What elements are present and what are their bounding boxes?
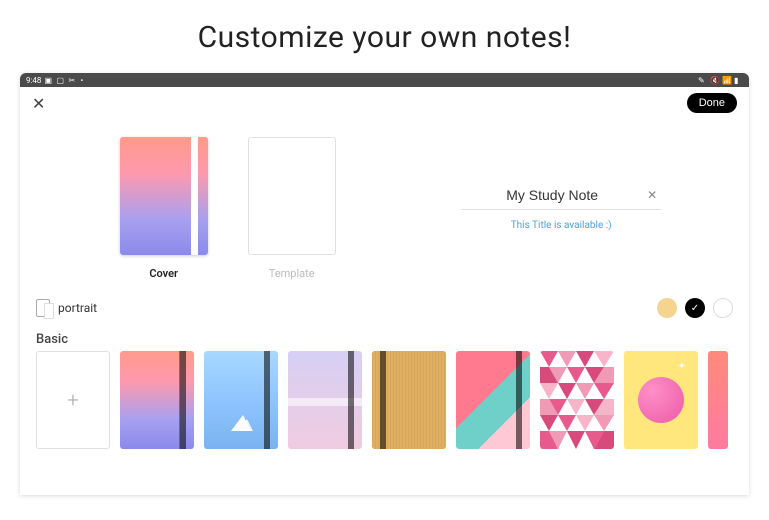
tab-cover-label: Cover bbox=[149, 267, 178, 280]
cover-geo-pink-teal[interactable] bbox=[456, 351, 530, 449]
status-dot: • bbox=[80, 76, 83, 85]
cover-gradient-pink-blue[interactable] bbox=[120, 351, 194, 449]
cover-pastel-split[interactable] bbox=[288, 351, 362, 449]
close-icon[interactable]: ✕ bbox=[32, 94, 45, 113]
cover-wood[interactable] bbox=[372, 351, 446, 449]
scissors-icon: ✂ bbox=[68, 76, 77, 85]
swatch-white[interactable] bbox=[713, 298, 733, 318]
battery-icon: ▮ bbox=[734, 76, 743, 85]
status-bar: 9:48 ▣ ▢ ✂ • ✎ 🔇 📶 ▮ bbox=[20, 73, 749, 87]
tab-template-label: Template bbox=[269, 267, 315, 280]
swatch-tan[interactable] bbox=[657, 298, 677, 318]
tab-template[interactable]: Template bbox=[248, 137, 336, 280]
device-frame: 9:48 ▣ ▢ ✂ • ✎ 🔇 📶 ▮ ✕ Done Cover Templa… bbox=[20, 73, 749, 495]
binding-color-swatches: ✓ bbox=[657, 298, 733, 318]
cover-sky-mountain[interactable] bbox=[204, 351, 278, 449]
wifi-icon: 📶 bbox=[722, 76, 731, 85]
swatch-black-selected[interactable]: ✓ bbox=[685, 298, 705, 318]
template-preview-thumb bbox=[248, 137, 336, 255]
clear-title-icon[interactable]: ✕ bbox=[643, 188, 661, 202]
screenshot-icon: ▣ bbox=[44, 76, 53, 85]
title-field-row: ✕ bbox=[461, 187, 661, 210]
tab-cover[interactable]: Cover bbox=[120, 137, 208, 280]
cover-add[interactable]: + bbox=[36, 351, 110, 449]
orientation-label: portrait bbox=[58, 301, 97, 315]
portrait-icon bbox=[36, 299, 50, 317]
main-row: Cover Template ✕ This Title is available… bbox=[20, 119, 749, 288]
covers-row: + bbox=[20, 351, 749, 449]
orientation-toggle[interactable]: portrait bbox=[36, 299, 97, 317]
pen-icon: ✎ bbox=[698, 76, 707, 85]
done-button[interactable]: Done bbox=[687, 93, 737, 113]
section-basic-label: Basic bbox=[20, 324, 749, 351]
title-availability-hint: This Title is available :) bbox=[511, 220, 612, 231]
status-time: 9:48 bbox=[26, 76, 41, 85]
options-row: portrait ✓ bbox=[20, 288, 749, 324]
page-heading: Customize your own notes! bbox=[0, 20, 769, 55]
title-panel: ✕ This Title is available :) bbox=[419, 137, 733, 280]
mute-icon: 🔇 bbox=[710, 76, 719, 85]
app-header: ✕ Done bbox=[20, 87, 749, 119]
note-title-input[interactable] bbox=[461, 187, 643, 203]
preview-tabs: Cover Template bbox=[36, 137, 419, 280]
cover-triangles-pink[interactable] bbox=[540, 351, 614, 449]
cover-coral-slice[interactable] bbox=[708, 351, 728, 449]
image-icon: ▢ bbox=[56, 76, 65, 85]
cover-planet-yellow[interactable]: ✦ bbox=[624, 351, 698, 449]
cover-preview-thumb bbox=[120, 137, 208, 255]
